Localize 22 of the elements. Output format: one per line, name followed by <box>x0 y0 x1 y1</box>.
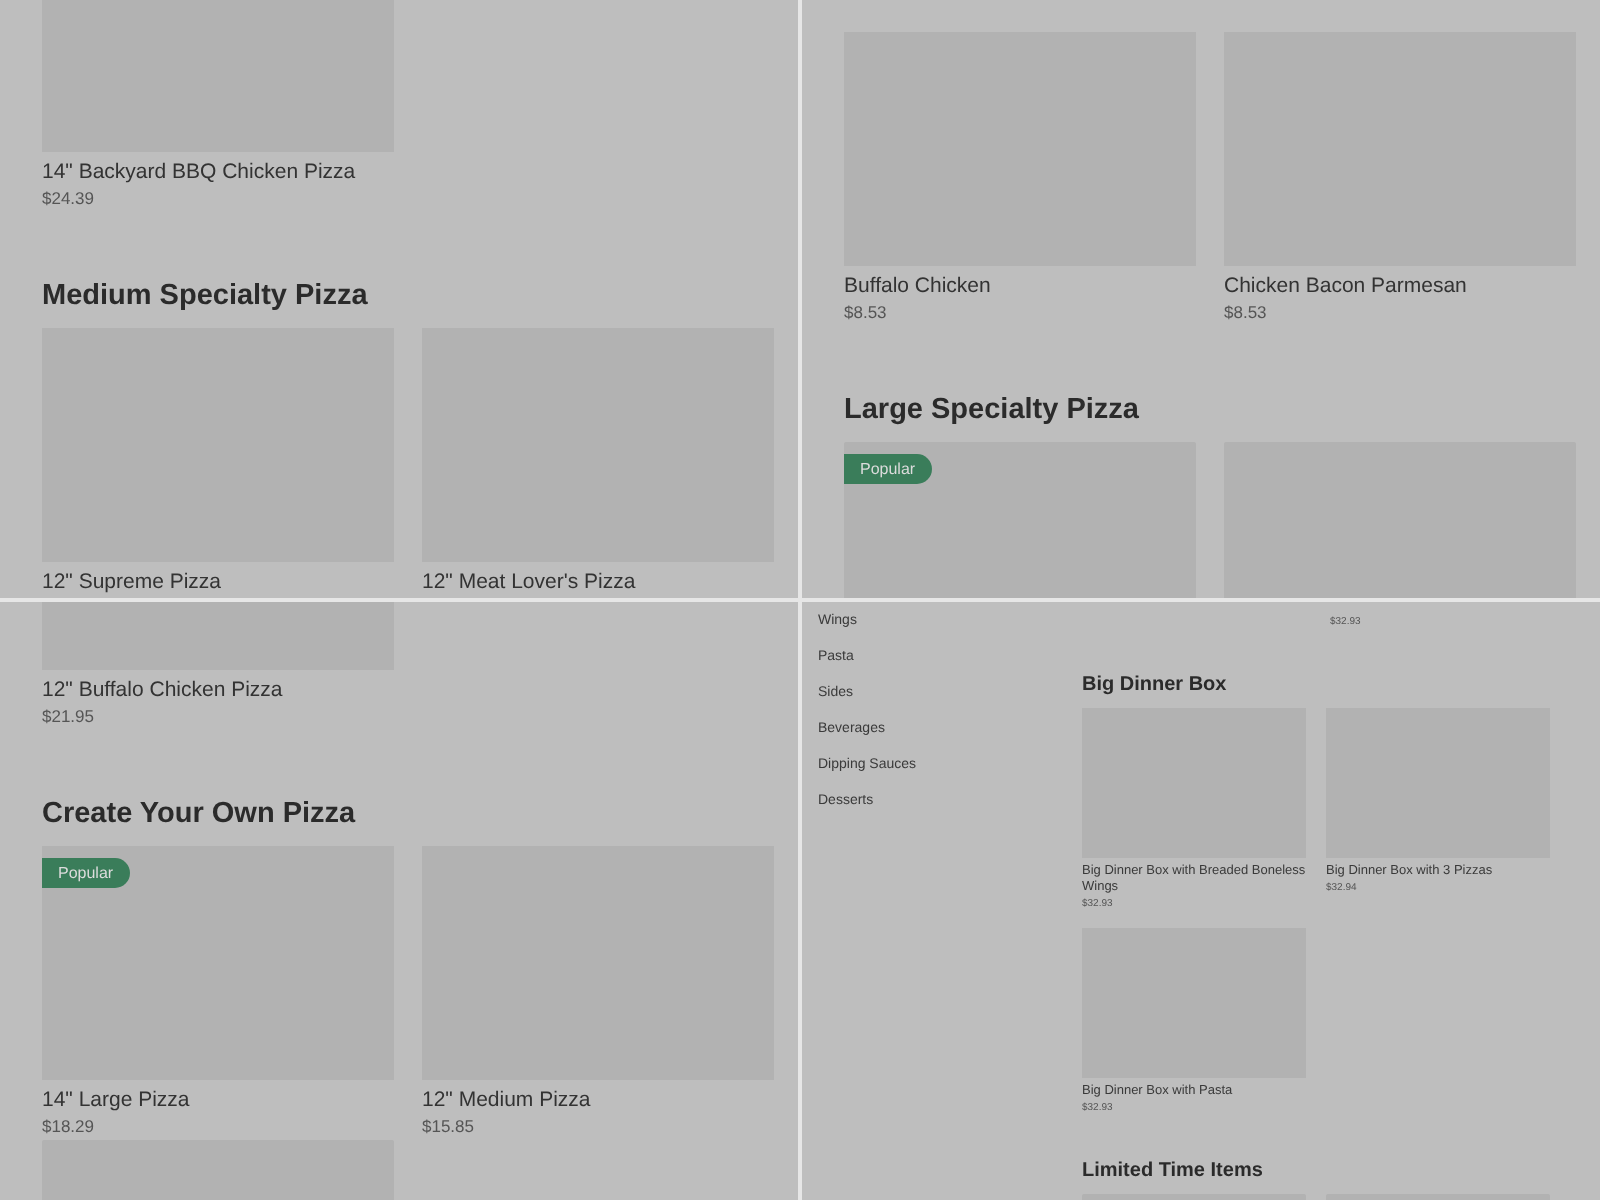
item-price: $21.95 <box>42 704 96 730</box>
item-price: $15.85 <box>422 1114 476 1140</box>
popular-badge: Popular <box>844 454 932 484</box>
item-price: $24.39 <box>42 186 96 212</box>
item-price: $8.53 <box>844 300 889 326</box>
item-name[interactable]: Chicken Bacon Parmesan <box>1224 272 1576 300</box>
item-name[interactable]: 12" Supreme Pizza <box>42 568 394 596</box>
item-price: $18.29 <box>42 1114 96 1140</box>
section-heading: Medium Specialty Pizza <box>42 280 370 312</box>
section-heading: Create Your Own Pizza <box>42 798 358 830</box>
item-price: $8.53 <box>1224 300 1269 326</box>
image-placeholder[interactable] <box>42 846 394 1080</box>
item-name[interactable]: 12" Meat Lover's Pizza <box>422 568 774 596</box>
item-name[interactable]: 14" Large Pizza <box>42 1086 394 1114</box>
item-name[interactable]: 12" Medium Pizza <box>422 1086 774 1114</box>
section-heading: Large Specialty Pizza <box>844 394 1141 426</box>
popular-badge: Popular <box>42 858 130 888</box>
section-heading: Limited Time Items <box>1082 1160 1265 1182</box>
item-name[interactable]: 12" Buffalo Chicken Pizza <box>42 676 394 704</box>
item-name[interactable]: 14" Backyard BBQ Chicken Pizza <box>42 158 394 186</box>
item-name[interactable]: Buffalo Chicken <box>844 272 1196 300</box>
section-heading: Big Dinner Box <box>1082 674 1229 696</box>
